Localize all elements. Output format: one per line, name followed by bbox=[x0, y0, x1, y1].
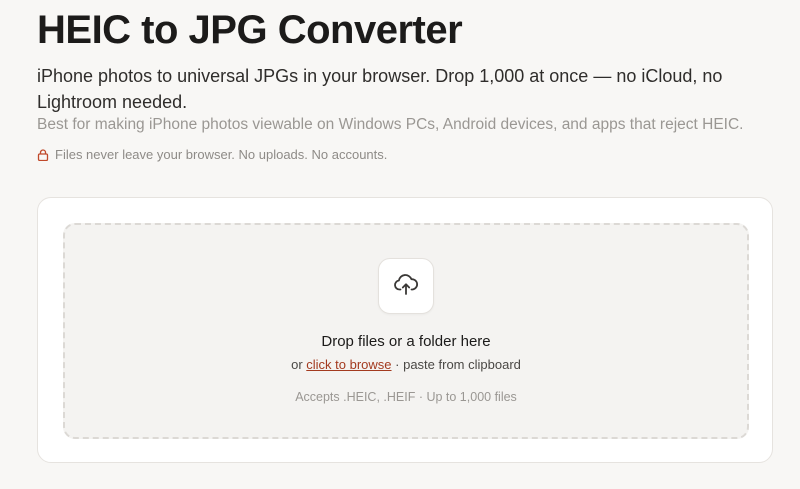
dropzone-title: Drop files or a folder here bbox=[321, 333, 491, 350]
best-for-text: Best for making iPhone photos viewable o… bbox=[37, 116, 744, 133]
privacy-note: Files never leave your browser. No uploa… bbox=[37, 147, 387, 162]
upload-button[interactable] bbox=[378, 258, 434, 314]
click-to-browse-link[interactable]: click to browse bbox=[306, 357, 391, 372]
dropzone-subtitle: or click to browse · paste from clipboar… bbox=[65, 357, 747, 372]
page-subtitle: iPhone photos to universal JPGs in your … bbox=[37, 66, 723, 112]
page-title: HEIC to JPG Converter bbox=[37, 8, 463, 52]
dropzone[interactable]: Drop files or a folder here or click to … bbox=[63, 223, 749, 439]
privacy-note-text: Files never leave your browser. No uploa… bbox=[55, 147, 388, 162]
dropzone-sub-suffix: · paste from clipboard bbox=[395, 357, 521, 372]
lock-icon bbox=[37, 148, 49, 161]
upload-card: Drop files or a folder here or click to … bbox=[37, 197, 773, 463]
cloud-upload-icon bbox=[392, 270, 420, 303]
accepted-formats-text: Accepts .HEIC, .HEIF · Up to 1,000 files bbox=[295, 390, 517, 404]
dropzone-sub-prefix: or bbox=[291, 357, 303, 372]
